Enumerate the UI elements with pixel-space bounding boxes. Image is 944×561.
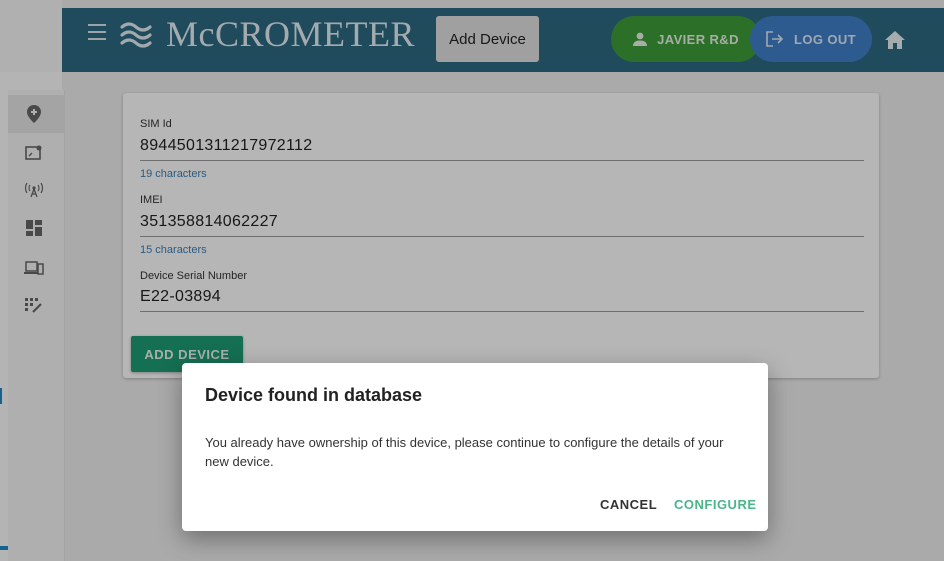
device-found-dialog: Device found in database You already hav… xyxy=(182,363,768,531)
dialog-message: You already have ownership of this devic… xyxy=(205,435,724,469)
configure-button[interactable]: CONFIGURE xyxy=(674,497,757,512)
cancel-button[interactable]: CANCEL xyxy=(600,497,657,512)
dialog-title: Device found in database xyxy=(205,385,423,405)
